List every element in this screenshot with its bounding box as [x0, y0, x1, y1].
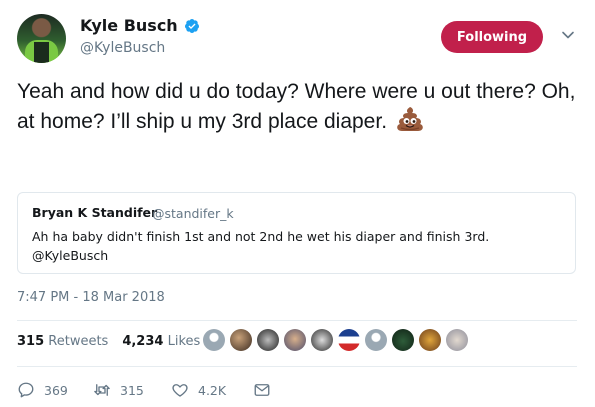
divider [17, 320, 577, 321]
tweet-text: Yeah and how did u do today? Where were … [17, 77, 577, 136]
quoted-tweet-author-handle: @standifer_k [152, 206, 234, 221]
liker-avatar[interactable] [257, 329, 279, 351]
following-button[interactable]: Following [441, 21, 543, 53]
author-handle[interactable]: @KyleBusch [80, 40, 165, 56]
reply-count: 369 [44, 382, 68, 398]
quoted-tweet-card[interactable]: Bryan K Standifer @standifer_k Ah ha bab… [17, 192, 576, 274]
liker-avatar[interactable] [419, 329, 441, 351]
retweet-icon [94, 384, 110, 396]
pile-of-poo-icon [397, 107, 423, 131]
retweet-action[interactable]: 315 [93, 381, 171, 399]
liker-avatar[interactable] [392, 329, 414, 351]
verified-badge-icon [184, 18, 199, 33]
like-action[interactable]: 4.2K [171, 381, 253, 399]
avatar-shirt-center [34, 42, 49, 63]
quoted-tweet-author-name: Bryan K Standifer [32, 205, 158, 220]
author-name[interactable]: Kyle Busch [80, 16, 178, 35]
likes-label: Likes [167, 334, 201, 349]
likes-stat[interactable]: 4,234 Likes [122, 334, 200, 349]
reply-icon [18, 382, 34, 398]
tweet-actions: 369 315 4.2K [17, 381, 271, 399]
liker-avatar[interactable] [230, 329, 252, 351]
liker-avatar[interactable] [446, 329, 468, 351]
quoted-tweet-text: Ah ha baby didn't finish 1st and not 2nd… [32, 229, 490, 263]
heart-icon [172, 384, 188, 397]
like-count: 4.2K [198, 382, 227, 398]
retweets-count: 315 [17, 334, 45, 349]
likes-count: 4,234 [122, 334, 164, 349]
retweets-stat[interactable]: 315 Retweets [17, 334, 108, 349]
liker-avatar[interactable] [365, 329, 387, 351]
tweet-timestamp[interactable]: 7:47 PM - 18 Mar 2018 [17, 290, 165, 305]
chevron-down-icon[interactable] [561, 28, 575, 42]
liker-avatar[interactable] [338, 329, 360, 351]
author-name-row: Kyle Busch [80, 16, 200, 35]
retweet-count: 315 [120, 382, 144, 398]
liker-avatar[interactable] [311, 329, 333, 351]
envelope-icon [254, 384, 270, 396]
tweet-stats: 315 Retweets 4,234 Likes [17, 334, 200, 349]
reply-action[interactable]: 369 [17, 381, 93, 399]
divider [17, 366, 577, 367]
liker-avatar[interactable] [284, 329, 306, 351]
liker-avatar[interactable] [203, 329, 225, 351]
tweet-text-content: Yeah and how did u do today? Where were … [17, 80, 576, 133]
retweets-label: Retweets [48, 334, 109, 349]
direct-message-action[interactable] [253, 381, 271, 399]
author-avatar[interactable] [17, 14, 66, 63]
likers-avatars [203, 329, 468, 351]
